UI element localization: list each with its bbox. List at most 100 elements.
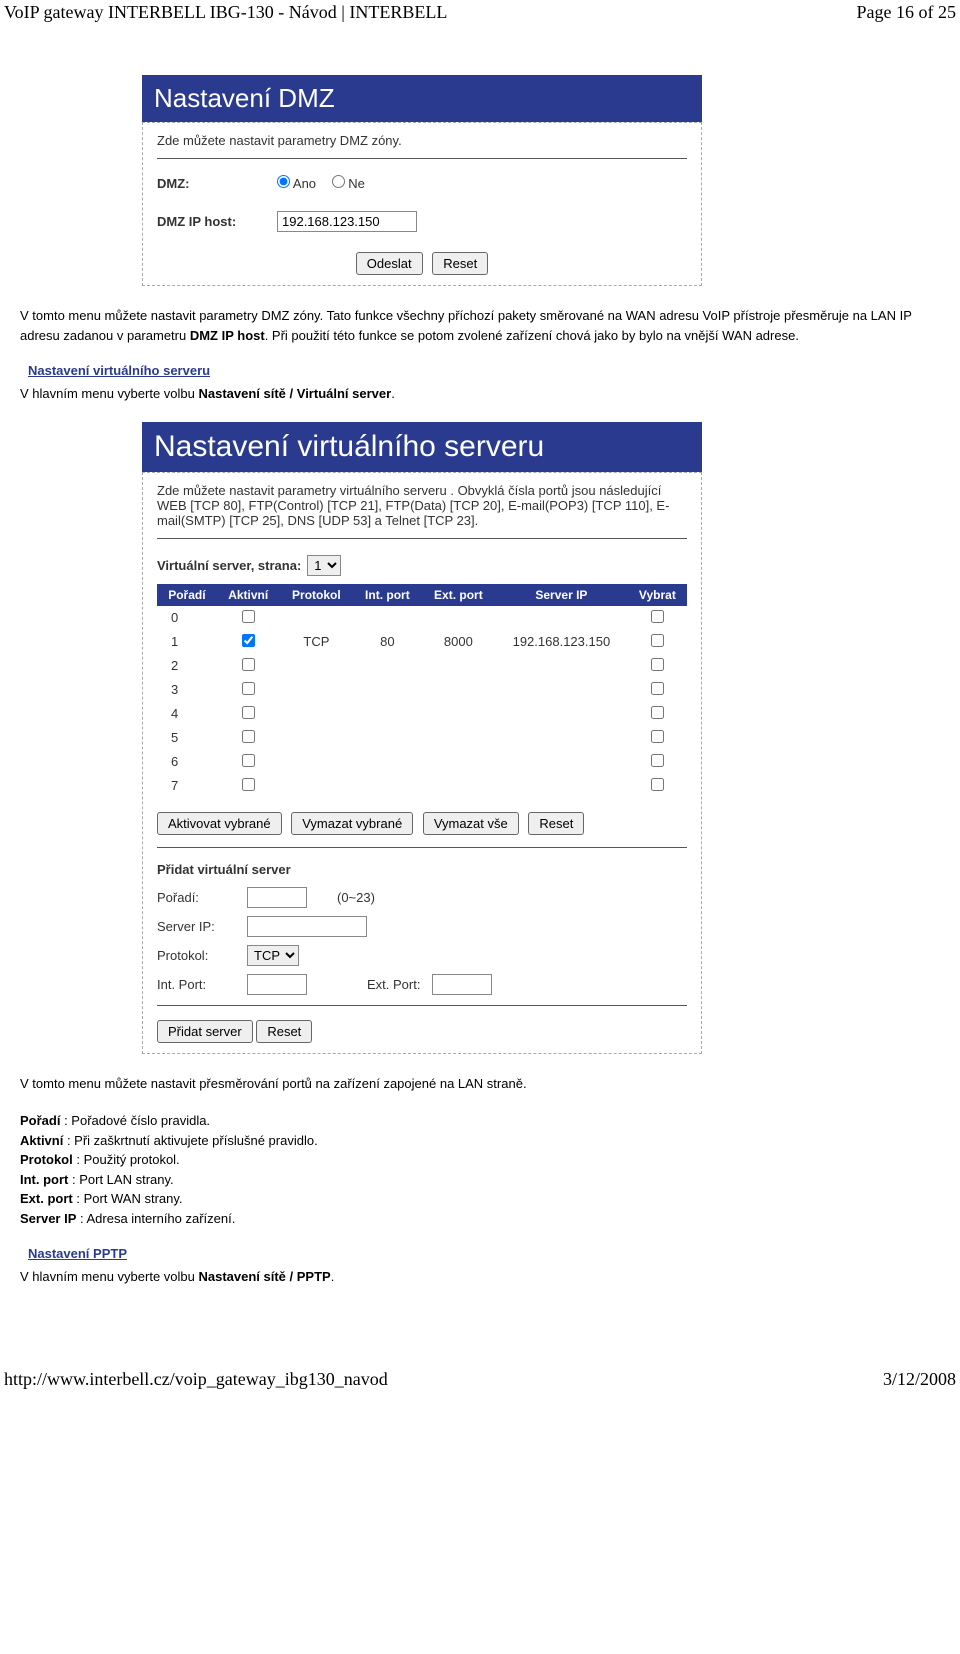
vs-add-intport-input[interactable] [247,974,307,995]
doc1-p2b: Nastavení sítě / Virtuální server [198,386,391,401]
vs-cell-ip [495,654,628,678]
vs-active-checkbox[interactable] [242,658,255,671]
vs-active-checkbox[interactable] [242,730,255,743]
vs-active-checkbox[interactable] [242,754,255,767]
vs-add-extport-input[interactable] [432,974,492,995]
vs-delete-all-button[interactable]: Vymazat vše [423,812,519,835]
doc1-p2a: V hlavním menu vyberte volbu [20,386,198,401]
doc-paragraph-vs-desc: V tomto menu můžete nastavit přesměrován… [20,1074,940,1094]
vs-active-checkbox[interactable] [242,634,255,647]
vs-select-checkbox[interactable] [651,754,664,767]
vs-cell-proto: TCP [280,630,353,654]
vs-cell-proto [280,726,353,750]
vs-cell-idx: 1 [157,630,217,654]
vs-table: Pořadí Aktivní Protokol Int. port Ext. p… [157,584,687,798]
vs-cell-ext [422,678,495,702]
dmz-radio-no[interactable] [332,175,345,188]
vs-add-protokol-label: Protokol: [157,948,247,963]
table-row: 5 [157,726,687,750]
def-aktivni-v: : Při zaškrtnutí aktivujete příslušné pr… [63,1133,317,1148]
vs-select-checkbox[interactable] [651,730,664,743]
dmz-label: DMZ: [157,176,277,191]
vs-select-checkbox[interactable] [651,778,664,791]
vs-cell-proto [280,702,353,726]
doc-paragraph-pptp: V hlavním menu vyberte volbu Nastavení s… [20,1267,940,1287]
vs-add-poradi-input[interactable] [247,887,307,908]
table-row: 2 [157,654,687,678]
dmz-radio-no-wrap: Ne [332,176,365,191]
vs-add-server-button[interactable]: Přidat server [157,1020,253,1043]
vs-delete-button[interactable]: Vymazat vybrané [291,812,413,835]
table-row: 0 [157,606,687,630]
vs-active-checkbox[interactable] [242,610,255,623]
vs-select-checkbox[interactable] [651,610,664,623]
doc2-p2b: Nastavení sítě / PPTP [198,1269,330,1284]
vs-cell-ip [495,702,628,726]
dmz-ip-input[interactable] [277,211,417,232]
vs-table-header-row: Pořadí Aktivní Protokol Int. port Ext. p… [157,584,687,606]
vs-panel: Nastavení virtuálního serveru Zde můžete… [142,422,702,1054]
def-extport-k: Ext. port [20,1191,73,1206]
vs-cell-int [353,606,422,630]
vs-select-checkbox[interactable] [651,634,664,647]
vs-select-checkbox[interactable] [651,682,664,695]
vs-cell-idx: 6 [157,750,217,774]
doc-definitions: Pořadí : Pořadové číslo pravidla. Aktivn… [20,1111,940,1228]
vs-activate-button[interactable]: Aktivovat vybrané [157,812,282,835]
table-row: 7 [157,774,687,798]
vs-add-reset-button[interactable]: Reset [256,1020,312,1043]
dmz-radio-no-label: Ne [348,176,365,191]
vs-active-checkbox[interactable] [242,778,255,791]
vs-cell-int [353,702,422,726]
vs-reset-button[interactable]: Reset [528,812,584,835]
vs-cell-ext [422,774,495,798]
vs-active-checkbox[interactable] [242,682,255,695]
vs-th-extport: Ext. port [422,584,495,606]
table-row: 6 [157,750,687,774]
vs-cell-idx: 0 [157,606,217,630]
vs-th-serverip: Server IP [495,584,628,606]
vs-page-select[interactable]: 1 [307,555,341,576]
vs-th-vybrat: Vybrat [628,584,687,606]
dmz-ip-label: DMZ IP host: [157,214,277,229]
doc1-p1b: DMZ IP host [190,328,265,343]
vs-th-poradi: Pořadí [157,584,217,606]
table-row: 1TCP808000192.168.123.150 [157,630,687,654]
vs-cell-proto [280,750,353,774]
vs-cell-ip: 192.168.123.150 [495,630,628,654]
section-link-pptp[interactable]: Nastavení PPTP [28,1246,948,1261]
vs-add-protokol-select[interactable]: TCP [247,945,299,966]
vs-cell-int [353,726,422,750]
def-poradi-k: Pořadí [20,1113,60,1128]
vs-add-poradi-label: Pořadí: [157,890,247,905]
vs-cell-idx: 2 [157,654,217,678]
vs-cell-ip [495,678,628,702]
vs-cell-idx: 3 [157,678,217,702]
vs-cell-idx: 4 [157,702,217,726]
vs-add-intport-label: Int. Port: [157,977,247,992]
vs-cell-ip [495,774,628,798]
section-link-virtual-server[interactable]: Nastavení virtuálního serveru [28,363,948,378]
doc-paragraph-dmz: V tomto menu můžete nastavit parametry D… [20,306,940,345]
def-intport-v: : Port LAN strany. [68,1172,173,1187]
dmz-radio-yes[interactable] [277,175,290,188]
vs-add-serverip-label: Server IP: [157,919,247,934]
vs-cell-int [353,774,422,798]
dmz-submit-button[interactable]: Odeslat [356,252,423,275]
vs-add-serverip-input[interactable] [247,916,367,937]
vs-cell-int [353,678,422,702]
vs-cell-proto [280,678,353,702]
dmz-reset-button[interactable]: Reset [432,252,488,275]
vs-cell-ext [422,702,495,726]
def-aktivni-k: Aktivní [20,1133,63,1148]
vs-cell-proto [280,654,353,678]
doc1-p1c: . Při použití této funkce se potom zvole… [265,328,799,343]
vs-cell-proto [280,606,353,630]
vs-active-checkbox[interactable] [242,706,255,719]
table-row: 4 [157,702,687,726]
vs-add-poradi-hint: (0~23) [337,890,375,905]
vs-cell-proto [280,774,353,798]
header-right: Page 16 of 25 [857,2,956,23]
vs-select-checkbox[interactable] [651,706,664,719]
vs-select-checkbox[interactable] [651,658,664,671]
